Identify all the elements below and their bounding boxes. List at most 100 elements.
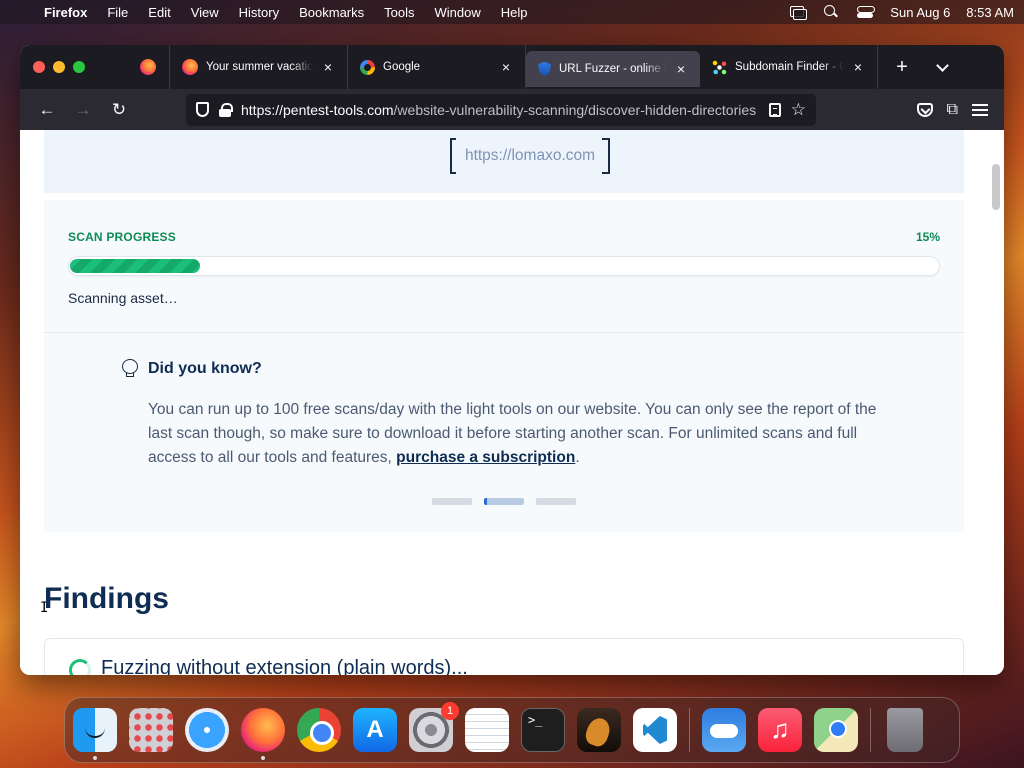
scan-progress-bar	[68, 256, 940, 276]
close-tab-icon[interactable]: ×	[499, 59, 513, 75]
tab-title: Your summer vacation	[206, 61, 313, 73]
menubar-date[interactable]: Sun Aug 6	[890, 5, 950, 20]
finding-item-card[interactable]: Fuzzing without extension (plain words).…	[44, 638, 964, 675]
pinned-tab-firefox[interactable]	[126, 45, 170, 89]
firefox-icon	[139, 59, 156, 75]
menu-bookmarks[interactable]: Bookmarks	[299, 5, 364, 20]
bracket-left-decoration	[450, 138, 456, 174]
url-text[interactable]: https://pentest-tools.com/website-vulner…	[241, 102, 759, 118]
navigation-toolbar: ← → ↻ https://pentest-tools.com/website-…	[20, 89, 1004, 130]
tab-google[interactable]: Google ×	[348, 45, 526, 89]
menu-app-name[interactable]: Firefox	[44, 5, 87, 20]
tab-subdomain-finder[interactable]: Subdomain Finder - C99 ×	[700, 45, 878, 89]
close-tab-icon[interactable]: ×	[851, 59, 865, 75]
extensions-puzzle-icon[interactable]: ⧉	[947, 101, 958, 119]
address-bar[interactable]: https://pentest-tools.com/website-vulner…	[186, 93, 816, 126]
finding-item-title: Fuzzing without extension (plain words).…	[101, 657, 468, 675]
firefox-window: Your summer vacation × Google × URL Fuzz…	[20, 45, 1004, 675]
url-domain: https://pentest-tools.com	[241, 101, 394, 118]
scan-status-text: Scanning asset…	[68, 290, 178, 306]
chevron-down-icon	[935, 58, 949, 72]
window-controls	[20, 61, 126, 73]
tip-carousel-indicators	[432, 498, 576, 505]
page-content[interactable]: https://lomaxo.com SCAN PROGRESS 15% Sca…	[20, 130, 1004, 675]
close-window-button[interactable]	[33, 61, 45, 73]
notification-badge: 1	[441, 702, 459, 720]
forward-button[interactable]: →	[68, 95, 98, 125]
running-indicator	[261, 756, 265, 760]
close-tab-icon[interactable]: ×	[674, 61, 688, 77]
tip-text: You can run up to 100 free scans/day wit…	[148, 398, 898, 470]
finder-icon[interactable]	[73, 708, 117, 760]
list-all-tabs-button[interactable]	[922, 58, 962, 72]
scan-target-url: https://lomaxo.com	[450, 138, 610, 174]
music-icon[interactable]	[758, 708, 802, 752]
purchase-subscription-link[interactable]: purchase a subscription	[396, 449, 575, 466]
divider	[44, 332, 964, 333]
tab-summer-vacation[interactable]: Your summer vacation ×	[170, 45, 348, 89]
google-icon	[360, 59, 375, 75]
menu-tools[interactable]: Tools	[384, 5, 414, 20]
findings-heading: Findings	[44, 582, 169, 615]
close-tab-icon[interactable]: ×	[321, 59, 335, 75]
tab-title: URL Fuzzer - online hidden	[559, 63, 666, 75]
dock-separator	[689, 708, 690, 752]
minimize-window-button[interactable]	[53, 61, 65, 73]
toolbar-right: ⧉	[916, 101, 992, 119]
spotlight-search-icon[interactable]	[822, 5, 840, 19]
menu-edit[interactable]: Edit	[148, 5, 170, 20]
menu-history[interactable]: History	[239, 5, 279, 20]
dock-separator	[870, 708, 871, 752]
subdomain-finder-icon	[712, 59, 727, 75]
macos-menu-bar: Firefox File Edit View History Bookmarks…	[0, 0, 1024, 24]
menubar-status-area: Sun Aug 6 8:53 AM	[788, 5, 1014, 20]
chrome-icon[interactable]	[297, 708, 341, 752]
lightbulb-icon	[122, 359, 138, 377]
pocket-icon[interactable]	[916, 102, 933, 117]
tab-title: Subdomain Finder - C99	[735, 61, 843, 73]
new-tab-button[interactable]: +	[882, 56, 922, 79]
carousel-dot[interactable]	[484, 498, 524, 505]
macos-dock: 1	[64, 697, 960, 763]
page-scrollbar[interactable]	[992, 164, 1000, 210]
menu-window[interactable]: Window	[435, 5, 481, 20]
maps-icon[interactable]	[814, 708, 858, 752]
textedit-icon[interactable]	[465, 708, 509, 752]
scan-progress-fill	[70, 259, 200, 273]
tab-url-fuzzer[interactable]: URL Fuzzer - online hidden ×	[526, 51, 700, 87]
running-indicator	[93, 756, 97, 760]
launchpad-icon[interactable]	[129, 708, 173, 752]
firefox-icon	[182, 59, 198, 75]
carousel-dot[interactable]	[432, 498, 472, 505]
menu-help[interactable]: Help	[501, 5, 528, 20]
vscode-icon[interactable]	[633, 708, 677, 752]
garageband-icon[interactable]	[577, 708, 621, 752]
trash-icon[interactable]	[887, 708, 923, 752]
menu-file[interactable]: File	[107, 5, 128, 20]
menubar-time[interactable]: 8:53 AM	[966, 5, 1014, 20]
scan-target-panel: https://lomaxo.com	[44, 130, 964, 193]
tracking-protection-shield-icon[interactable]	[196, 102, 209, 117]
reader-view-icon[interactable]	[768, 102, 781, 117]
control-center-icon[interactable]	[856, 5, 876, 19]
scan-progress-label: SCAN PROGRESS	[68, 230, 176, 244]
pentest-tools-icon	[538, 61, 551, 77]
system-settings-icon[interactable]: 1	[409, 702, 459, 752]
app-store-icon[interactable]	[353, 708, 397, 752]
terminal-icon[interactable]	[521, 708, 565, 752]
zoom-window-button[interactable]	[73, 61, 85, 73]
reload-button[interactable]: ↻	[104, 95, 134, 125]
bookmark-star-icon[interactable]: ☆	[791, 100, 806, 120]
carousel-dot[interactable]	[536, 498, 576, 505]
tab-bar: Your summer vacation × Google × URL Fuzz…	[20, 45, 1004, 89]
menu-view[interactable]: View	[191, 5, 219, 20]
app-menu-hamburger-icon[interactable]	[972, 103, 988, 116]
weather-icon[interactable]	[702, 708, 746, 752]
scan-progress-card: SCAN PROGRESS 15% Scanning asset… Did yo…	[44, 200, 964, 532]
back-button[interactable]: ←	[32, 95, 62, 125]
screen-mirroring-icon[interactable]	[788, 5, 808, 20]
safari-icon[interactable]	[185, 708, 229, 752]
url-path: /website-vulnerability-scanning/discover…	[393, 101, 757, 118]
lock-icon[interactable]	[219, 102, 233, 117]
firefox-icon[interactable]	[241, 708, 285, 760]
